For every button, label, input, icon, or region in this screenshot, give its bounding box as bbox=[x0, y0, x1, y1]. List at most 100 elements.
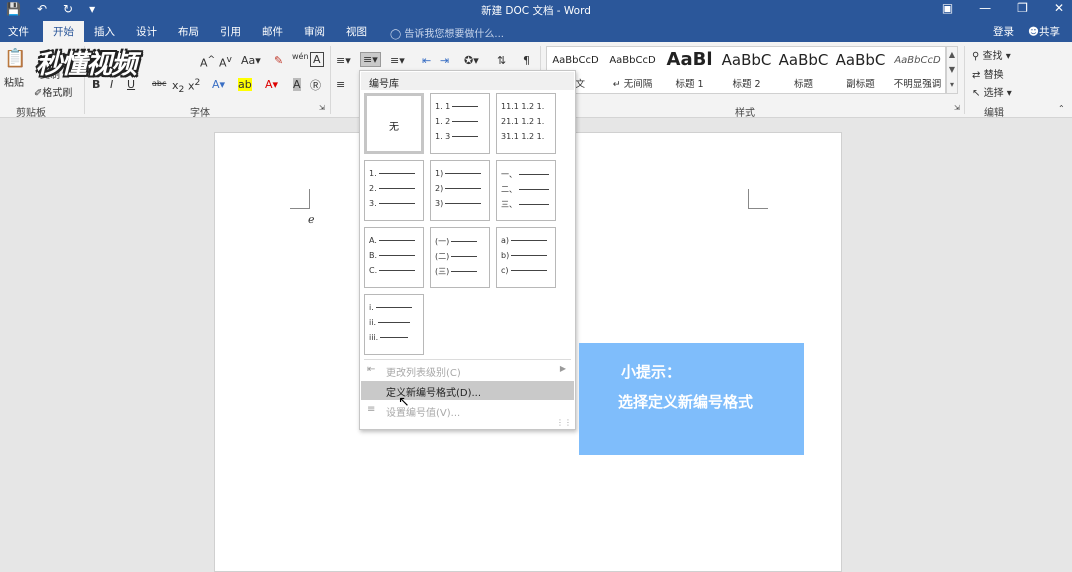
tab-design[interactable]: 设计 bbox=[136, 24, 157, 39]
window-controls: ▣ — ❐ ✕ bbox=[942, 1, 1064, 15]
numbering-format-lower-roman[interactable]: i. ii. iii. bbox=[364, 294, 424, 355]
clear-format-icon[interactable]: ✎ bbox=[274, 54, 283, 67]
set-numbering-value-item[interactable]: ≡ 设置编号值(V)... bbox=[361, 401, 574, 420]
window-title: 新建 DOC 文档 - Word bbox=[481, 5, 591, 17]
text-effects-icon[interactable]: A▾ bbox=[212, 78, 225, 91]
font-color-icon[interactable]: A▾ bbox=[265, 78, 278, 91]
tab-insert[interactable]: 插入 bbox=[94, 24, 115, 39]
styles-dialog-launcher-icon[interactable]: ⇲ bbox=[954, 104, 960, 112]
numbering-format-decimal-dot[interactable]: 1. 2. 3. bbox=[364, 160, 424, 221]
share-button[interactable]: ☻共享 bbox=[1028, 24, 1060, 39]
style-heading-2[interactable]: AaBbC 标题 2 bbox=[718, 47, 775, 93]
margin-mark bbox=[290, 189, 310, 209]
increase-indent-icon[interactable]: ⇥ bbox=[440, 54, 449, 67]
group-divider bbox=[330, 46, 331, 114]
numbering-format-multilevel[interactable]: 11.1 1.2 1. 21.1 1.2 1. 31.1 1.2 1. bbox=[496, 93, 556, 154]
styles-gallery: AaBbCcD 正文 AaBbCcD ↵ 无间隔 AaBl 标题 1 AaBbC… bbox=[546, 46, 946, 94]
style-heading-1[interactable]: AaBl 标题 1 bbox=[661, 47, 718, 93]
find-button[interactable]: ⚲ 查找 ▾ bbox=[972, 47, 1011, 62]
tab-file[interactable]: 文件 bbox=[8, 24, 29, 39]
collapse-ribbon-icon[interactable]: ⌃ bbox=[1058, 104, 1065, 113]
select-button[interactable]: ↖ 选择 ▾ bbox=[972, 84, 1012, 99]
restore-icon[interactable]: ❐ bbox=[1017, 1, 1028, 15]
format-painter-button[interactable]: ✐格式刷 bbox=[34, 84, 72, 99]
tip-box: 小提示： 选择定义新编号格式 bbox=[579, 343, 804, 455]
lightbulb-icon: ◯ bbox=[390, 29, 402, 40]
chevron-up-icon[interactable]: ▲ bbox=[947, 47, 957, 62]
tab-layout[interactable]: 布局 bbox=[178, 24, 199, 39]
numbering-format-chinese-paren[interactable]: (一) (二) (三) bbox=[430, 227, 490, 288]
numbering-value-icon: ≡ bbox=[367, 404, 376, 415]
enclose-char-icon[interactable]: Ⓡ bbox=[310, 77, 321, 93]
numbering-format-decimal-paren[interactable]: 1) 2) 3) bbox=[430, 160, 490, 221]
strikethrough-icon[interactable]: abc bbox=[152, 79, 166, 88]
resize-grip-icon[interactable]: ⋮⋮ bbox=[556, 418, 572, 427]
group-divider bbox=[964, 46, 965, 114]
style-subtitle[interactable]: AaBbC 副标题 bbox=[832, 47, 889, 93]
change-case-icon[interactable]: Aa▾ bbox=[241, 54, 261, 67]
sort-icon[interactable]: ⇅ bbox=[497, 54, 506, 67]
decrease-indent-icon[interactable]: ⇤ bbox=[422, 54, 431, 67]
multilevel-list-icon[interactable]: ≡▾ bbox=[390, 54, 405, 67]
highlight-icon[interactable]: ab bbox=[238, 78, 252, 91]
person-icon: ☻ bbox=[1028, 26, 1039, 38]
styles-scroll[interactable]: ▲ ▼ ▾ bbox=[946, 46, 958, 94]
chevron-right-icon: ▶ bbox=[559, 364, 566, 373]
subscript-icon[interactable]: x2 bbox=[172, 79, 184, 95]
chevron-down-icon[interactable]: ▼ bbox=[947, 62, 957, 77]
tab-view[interactable]: 视图 bbox=[346, 24, 367, 39]
paste-button[interactable]: 粘贴 bbox=[4, 74, 24, 89]
more-styles-icon[interactable]: ▾ bbox=[947, 77, 957, 92]
font-group-label: 字体 bbox=[190, 108, 210, 119]
margin-mark bbox=[748, 189, 768, 209]
style-title[interactable]: AaBbC 标题 bbox=[775, 47, 832, 93]
text-cursor: ℯ bbox=[308, 213, 315, 226]
phonetic-guide-icon[interactable]: wén bbox=[292, 52, 309, 61]
align-left-icon[interactable]: ≡ bbox=[336, 78, 345, 91]
search-icon: ⚲ bbox=[972, 51, 980, 62]
font-size-up-icon[interactable]: A^ bbox=[200, 54, 215, 70]
minimize-icon[interactable]: — bbox=[979, 1, 991, 15]
font-size-down-icon[interactable]: Av bbox=[219, 54, 232, 70]
mouse-pointer-icon: ↖ bbox=[398, 394, 410, 410]
numbering-library-header: 编号库 bbox=[361, 72, 574, 90]
chinese-layout-icon[interactable]: ✪▾ bbox=[464, 54, 479, 67]
clipboard-group-label: 剪贴板 bbox=[16, 108, 46, 119]
close-icon[interactable]: ✕ bbox=[1054, 1, 1064, 15]
editing-group-label: 编辑 bbox=[984, 108, 1004, 119]
paste-icon[interactable]: 📋 bbox=[4, 48, 26, 69]
replace-icon: ⇄ bbox=[972, 70, 981, 81]
numbering-format-upper-alpha[interactable]: A. B. C. bbox=[364, 227, 424, 288]
ribbon-tabs: 文件 开始 插入 设计 布局 引用 邮件 审阅 视图 ◯ 告诉我您想要做什么..… bbox=[0, 20, 1072, 42]
numbering-icon[interactable]: ≡▾ bbox=[360, 52, 381, 67]
tab-review[interactable]: 审阅 bbox=[304, 24, 325, 39]
tab-mailings[interactable]: 邮件 bbox=[262, 24, 283, 39]
video-watermark-logo: 秒懂视频 bbox=[36, 50, 137, 80]
change-list-level-item[interactable]: ⇤ 更改列表级别(C) ▶ bbox=[361, 361, 574, 380]
ribbon-display-icon[interactable]: ▣ bbox=[942, 1, 953, 15]
numbering-format-decimal-nested[interactable]: 1. 1 1. 2 1. 3 bbox=[430, 93, 490, 154]
font-dialog-launcher-icon[interactable]: ⇲ bbox=[319, 104, 325, 112]
tab-home[interactable]: 开始 bbox=[43, 21, 84, 42]
tab-references[interactable]: 引用 bbox=[220, 24, 241, 39]
tell-me-box[interactable]: ◯ 告诉我您想要做什么... bbox=[390, 25, 504, 40]
char-shading-icon[interactable]: A bbox=[293, 78, 301, 91]
bullets-icon[interactable]: ≡▾ bbox=[336, 54, 351, 67]
list-level-icon: ⇤ bbox=[367, 364, 376, 375]
menu-divider bbox=[364, 359, 571, 360]
tip-title: 小提示： bbox=[621, 363, 682, 381]
define-new-number-format-item[interactable]: 定义新编号格式(D)... bbox=[361, 381, 574, 400]
char-border-icon[interactable]: A bbox=[310, 52, 324, 67]
numbering-none[interactable]: 无 bbox=[364, 93, 424, 154]
style-no-spacing[interactable]: AaBbCcD ↵ 无间隔 bbox=[604, 47, 661, 93]
style-subtle-emphasis[interactable]: AaBbCcD 不明显强调 bbox=[889, 47, 946, 93]
styles-group-label: 样式 bbox=[735, 108, 755, 119]
title-bar: 💾 ↶ ↻ ▾ 新建 DOC 文档 - Word ▣ — ❐ ✕ bbox=[0, 0, 1072, 20]
numbering-dropdown: 编号库 无 1. 1 1. 2 1. 3 11.1 1.2 1. 21.1 1.… bbox=[359, 70, 576, 430]
login-link[interactable]: 登录 bbox=[993, 24, 1014, 39]
replace-button[interactable]: ⇄ 替换 bbox=[972, 66, 1004, 81]
superscript-icon[interactable]: x2 bbox=[188, 77, 200, 93]
numbering-format-lower-alpha[interactable]: a) b) c) bbox=[496, 227, 556, 288]
numbering-format-chinese[interactable]: 一、 二、 三、 bbox=[496, 160, 556, 221]
show-marks-icon[interactable]: ¶ bbox=[523, 54, 530, 67]
